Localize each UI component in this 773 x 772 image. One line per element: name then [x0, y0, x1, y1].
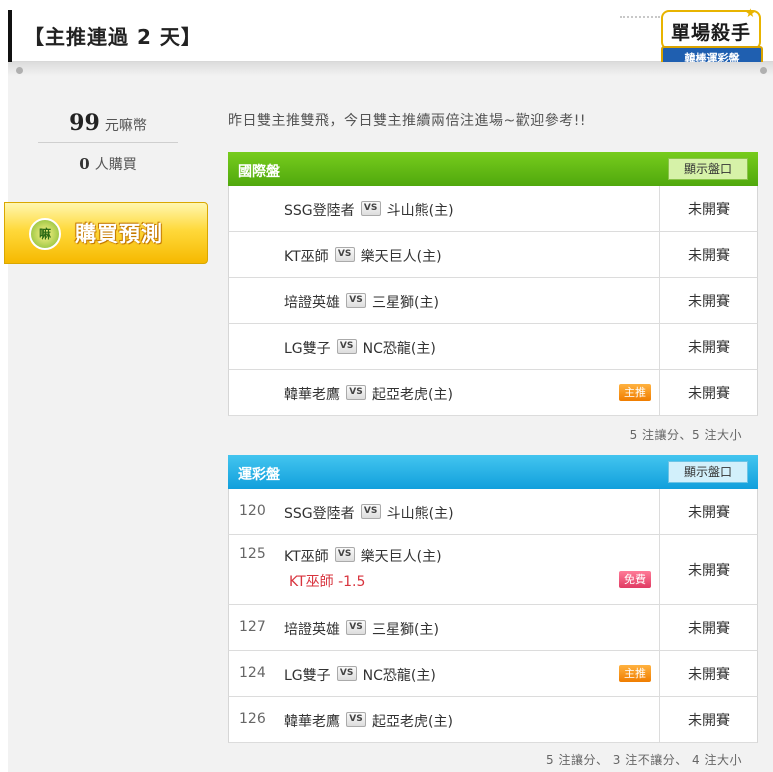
table-title: 國際盤: [238, 164, 280, 180]
vs-icon: VS: [346, 620, 366, 635]
buyers-unit: 人購買: [94, 157, 137, 173]
table-row: LG雙子 VS NC恐龍(主) 未開賽: [228, 324, 758, 370]
away-team-name: 韓華老鷹: [284, 714, 340, 730]
content-panel: 99 元嘛幣 0 人購買 嘛 購買預測 昨日雙主推雙飛，今日雙主推續兩倍注進場~…: [4, 62, 773, 772]
vs-icon: VS: [346, 293, 366, 308]
match-status: 未開賽: [688, 666, 730, 683]
price-unit: 元嘛幣: [104, 118, 147, 134]
lottery-table-header: 運彩盤 顯示盤口: [228, 455, 758, 489]
away-team-name: 韓華老鷹: [284, 387, 340, 403]
panel-shadow: [8, 62, 773, 76]
show-odds-button[interactable]: 顯示盤口: [668, 461, 748, 483]
lottery-odds-table: 運彩盤 顯示盤口 120 SSG登陸者 VS 斗山熊(主) 未開賽 125 KT巫師 VS 樂天…: [228, 455, 758, 767]
match-status: 未開賽: [688, 247, 730, 264]
home-team-name: 起亞老虎(主): [372, 387, 453, 403]
home-team-name: 樂天巨人(主): [360, 249, 442, 265]
international-table-header: 國際盤 顯示盤口: [228, 152, 758, 186]
match-status: 未開賽: [688, 562, 730, 579]
home-team-name: 斗山熊(主): [386, 203, 454, 219]
away-team-name: KT巫師: [284, 249, 329, 265]
vs-icon: VS: [336, 666, 357, 681]
match-status: 未開賽: [688, 620, 730, 637]
pin-icon: [16, 67, 23, 74]
buyers-count: 0 人購買: [38, 154, 178, 174]
away-team-name: LG雙子: [284, 341, 331, 357]
vs-icon: VS: [360, 201, 381, 216]
table-row: 120 SSG登陸者 VS 斗山熊(主) 未開賽: [228, 489, 758, 535]
table-row: 127 培證英雄 VS 三星獅(主) 未開賽: [228, 605, 758, 651]
match-status: 未開賽: [688, 339, 730, 356]
match-code: 126: [239, 711, 266, 727]
featured-pick-tag: 主推: [619, 384, 651, 401]
away-team-name: LG雙子: [284, 668, 331, 684]
match-status: 未開賽: [688, 712, 730, 729]
away-team-name: SSG登陸者: [284, 203, 355, 219]
vs-icon: VS: [360, 504, 381, 519]
match-status: 未開賽: [688, 201, 730, 218]
vs-icon: VS: [336, 339, 357, 354]
match-code: 127: [239, 619, 266, 635]
home-team-name: NC恐龍(主): [362, 668, 436, 684]
home-team-name: 樂天巨人(主): [360, 549, 442, 565]
vs-icon: VS: [334, 547, 355, 562]
intro-text: 昨日雙主推雙飛，今日雙主推續兩倍注進場~歡迎參考!!: [228, 113, 586, 129]
table-row: SSG登陸者 VS 斗山熊(主) 未開賽: [228, 186, 758, 232]
away-team-name: SSG登陸者: [284, 506, 355, 522]
badge-title: 單場殺手: [671, 22, 752, 44]
price-separator: [38, 142, 178, 143]
buy-button-label: 購買預測: [75, 222, 163, 246]
lottery-summary: 5 注讓分、 3 注不讓分、 4 注大小: [546, 753, 742, 767]
vs-icon: VS: [346, 385, 366, 400]
table-row: 126 韓華老鷹 VS 起亞老虎(主) 未開賽: [228, 697, 758, 743]
recommended-pick: KT巫師 -1.5: [289, 574, 366, 590]
price-display: 99 元嘛幣: [38, 110, 178, 136]
page-title: 【主推連過 2 天】: [24, 25, 202, 49]
match-status: 未開賽: [688, 385, 730, 402]
away-team-name: KT巫師: [284, 549, 329, 565]
buyers-value: 0: [79, 155, 90, 173]
away-team-name: 培證英雄: [284, 295, 340, 311]
home-team-name: 起亞老虎(主): [372, 714, 453, 730]
match-status: 未開賽: [688, 293, 730, 310]
vs-icon: VS: [334, 247, 355, 262]
show-odds-button[interactable]: 顯示盤口: [668, 158, 748, 180]
table-row: 培證英雄 VS 三星獅(主) 未開賽: [228, 278, 758, 324]
header-divider: [620, 16, 660, 20]
header-accent-bar: [8, 10, 12, 62]
star-icon: ★: [745, 6, 756, 20]
table-title: 運彩盤: [238, 467, 280, 483]
vs-icon: VS: [346, 712, 366, 727]
match-code: 125: [239, 546, 266, 562]
home-team-name: 斗山熊(主): [386, 506, 454, 522]
free-tag: 免費: [619, 571, 651, 588]
table-row: 125 KT巫師 VS 樂天巨人(主) KT巫師 -1.5 免費 未開賽: [228, 535, 758, 605]
table-row: KT巫師 VS 樂天巨人(主) 未開賽: [228, 232, 758, 278]
home-team-name: 三星獅(主): [372, 295, 439, 311]
home-team-name: 三星獅(主): [372, 622, 439, 638]
pin-icon: [760, 67, 767, 74]
single-match-killer-badge: 單場殺手 韓棒運彩盤 ★: [657, 6, 767, 70]
coin-icon: 嘛: [29, 218, 61, 250]
buy-prediction-button[interactable]: 嘛 購買預測: [4, 202, 208, 264]
home-team-name: NC恐龍(主): [362, 341, 436, 357]
away-team-name: 培證英雄: [284, 622, 340, 638]
table-row: 韓華老鷹 VS 起亞老虎(主) 主推 未開賽: [228, 370, 758, 416]
international-odds-table: 國際盤 顯示盤口 SSG登陸者 VS 斗山熊(主) 未開賽 KT巫師 VS 樂天巨人(主) 未…: [228, 152, 758, 442]
featured-pick-tag: 主推: [619, 665, 651, 682]
match-code: 120: [239, 503, 266, 519]
match-status: 未開賽: [688, 504, 730, 521]
match-code: 124: [239, 665, 266, 681]
price-value: 99: [69, 110, 100, 136]
table-row: 124 LG雙子 VS NC恐龍(主) 主推 未開賽: [228, 651, 758, 697]
international-summary: 5 注讓分、5 注大小: [629, 428, 742, 442]
